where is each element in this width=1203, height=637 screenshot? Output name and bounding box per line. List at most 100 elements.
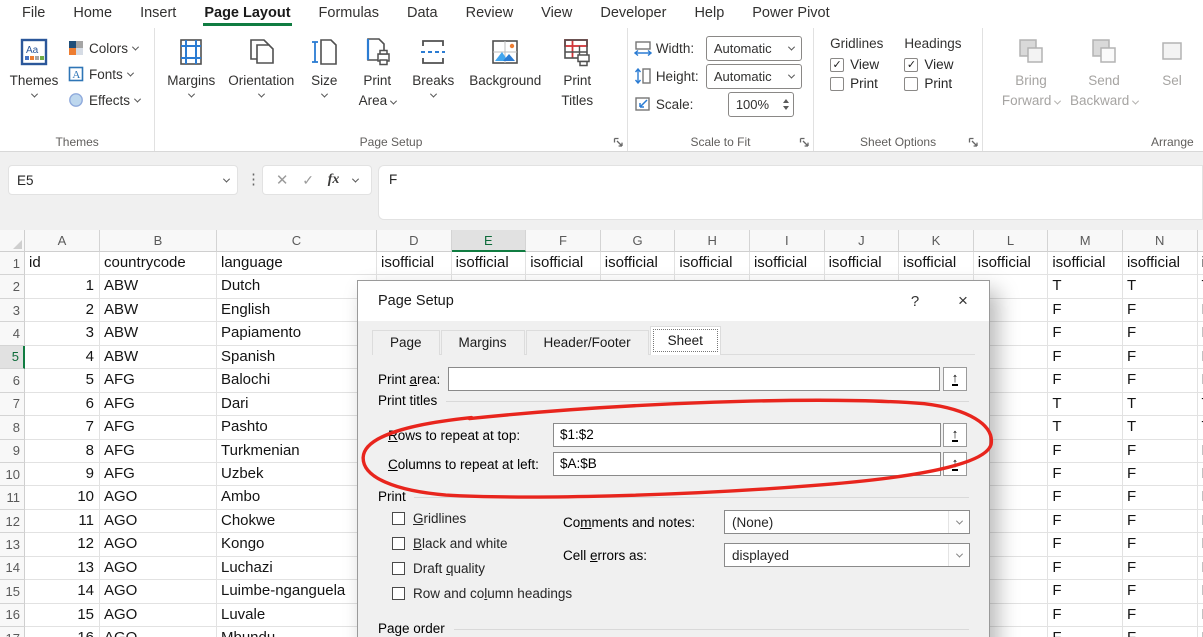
row-header-5[interactable]: 5 [0,346,25,369]
cell-iso-2-10[interactable]: T [1123,275,1198,298]
dialog-tab-sheet[interactable]: Sheet [650,326,721,355]
row-header-15[interactable]: 15 [0,580,25,603]
cell-A6[interactable]: 5 [25,369,100,392]
spin-up-icon[interactable] [783,99,789,103]
column-header-J[interactable]: J [825,230,900,252]
cell-iso-1-2[interactable]: isofficial [526,252,601,275]
row-header-8[interactable]: 8 [0,416,25,439]
checkbox-unchecked-icon[interactable] [392,537,405,550]
menu-tab-review[interactable]: Review [452,0,528,28]
cell-C10[interactable]: Uzbek [217,463,377,486]
cell-iso-16-10[interactable]: F [1123,604,1198,627]
row-header-9[interactable]: 9 [0,440,25,463]
cell-iso-14-9[interactable]: F [1048,557,1123,580]
menu-tab-view[interactable]: View [527,0,586,28]
cell-B5[interactable]: ABW [100,346,217,369]
fonts-button[interactable]: A Fonts [68,61,140,87]
height-dropdown[interactable]: Automatic [706,64,802,89]
insert-function-icon[interactable]: fx [328,172,340,188]
cell-A15[interactable]: 14 [25,580,100,603]
column-header-H[interactable]: H [675,230,750,252]
cell-iso-1-11[interactable]: isofficial [1198,252,1203,275]
cell-C6[interactable]: Balochi [217,369,377,392]
cell-iso-10-9[interactable]: F [1048,463,1123,486]
select-all-corner[interactable] [0,230,25,252]
cell-iso-5-11[interactable]: F [1198,346,1203,369]
dialog-tab-header-footer[interactable]: Header/Footer [526,330,649,355]
cell-B13[interactable]: AGO [100,533,217,556]
cell-C7[interactable]: Dari [217,393,377,416]
dialog-help-button[interactable]: ? [893,293,937,310]
cell-A16[interactable]: 15 [25,604,100,627]
formula-bar-drag-handle[interactable]: ⋮ [246,170,261,188]
row-header-11[interactable]: 11 [0,486,25,509]
cell-iso-12-9[interactable]: F [1048,510,1123,533]
cell-A2[interactable]: 1 [25,275,100,298]
dropdown-button[interactable] [948,511,969,533]
column-header-N[interactable]: N [1123,230,1198,252]
colors-button[interactable]: Colors [68,35,140,61]
cell-iso-6-10[interactable]: F [1123,369,1198,392]
column-header-C[interactable]: C [217,230,377,252]
row-header-6[interactable]: 6 [0,369,25,392]
cell-iso-8-10[interactable]: T [1123,416,1198,439]
cell-iso-3-9[interactable]: F [1048,299,1123,322]
column-header-B[interactable]: B [100,230,217,252]
orientation-button[interactable]: Orientation [223,33,299,100]
cell-iso-1-7[interactable]: isofficial [899,252,974,275]
cell-iso-11-9[interactable]: F [1048,486,1123,509]
cell-iso-7-11[interactable]: T [1198,393,1203,416]
cell-iso-1-6[interactable]: isofficial [825,252,900,275]
width-dropdown[interactable]: Automatic [706,36,802,61]
sheet-options-dialog-launcher[interactable] [968,137,979,148]
cell-A1[interactable]: id [25,252,100,275]
dialog-tab-page[interactable]: Page [372,330,440,355]
cell-iso-9-9[interactable]: F [1048,440,1123,463]
row-header-7[interactable]: 7 [0,393,25,416]
background-button[interactable]: Background [461,33,549,91]
cell-iso-16-9[interactable]: F [1048,604,1123,627]
cell-iso-5-9[interactable]: F [1048,346,1123,369]
cell-iso-1-5[interactable]: isofficial [750,252,825,275]
cell-iso-14-11[interactable]: F [1198,557,1203,580]
checkbox-unchecked-icon[interactable] [392,587,405,600]
cell-iso-13-9[interactable]: F [1048,533,1123,556]
row-header-17[interactable]: 17 [0,627,25,637]
row-header-2[interactable]: 2 [0,275,25,298]
cell-C17[interactable]: Mbundu [217,627,377,637]
menu-tab-file[interactable]: File [8,0,59,28]
cell-iso-7-10[interactable]: T [1123,393,1198,416]
cell-A3[interactable]: 2 [25,299,100,322]
cell-B11[interactable]: AGO [100,486,217,509]
row-header-14[interactable]: 14 [0,557,25,580]
cell-iso-10-10[interactable]: F [1123,463,1198,486]
cell-iso-3-10[interactable]: F [1123,299,1198,322]
cell-iso-13-10[interactable]: F [1123,533,1198,556]
cell-iso-8-9[interactable]: T [1048,416,1123,439]
cell-iso-17-9[interactable]: F [1048,627,1123,637]
cell-B6[interactable]: AFG [100,369,217,392]
cell-C9[interactable]: Turkmenian [217,440,377,463]
checkbox-checked-icon[interactable]: ✓ [830,58,844,72]
column-header-K[interactable]: K [899,230,974,252]
checkbox-unchecked-icon[interactable] [904,77,918,91]
cell-A14[interactable]: 13 [25,557,100,580]
columns-repeat-collapse-button[interactable]: ↑ [943,452,967,476]
comments-and-notes-dropdown[interactable]: (None) [724,510,970,534]
cell-iso-4-10[interactable]: F [1123,322,1198,345]
chevron-down-icon[interactable] [223,175,230,182]
cell-iso-16-11[interactable]: F [1198,604,1203,627]
cell-iso-12-10[interactable]: F [1123,510,1198,533]
chevron-down-icon[interactable] [352,175,359,182]
cell-B14[interactable]: AGO [100,557,217,580]
rows-repeat-collapse-button[interactable]: ↑ [943,423,967,447]
cell-iso-11-11[interactable]: F [1198,486,1203,509]
cancel-entry-icon[interactable]: ✕ [276,171,289,189]
column-header-E[interactable]: E [452,230,527,252]
column-header-I[interactable]: I [750,230,825,252]
row-header-16[interactable]: 16 [0,604,25,627]
column-header-O[interactable]: O [1198,230,1203,252]
effects-button[interactable]: Effects [68,87,140,113]
size-button[interactable]: Size [301,33,347,100]
row-header-13[interactable]: 13 [0,533,25,556]
